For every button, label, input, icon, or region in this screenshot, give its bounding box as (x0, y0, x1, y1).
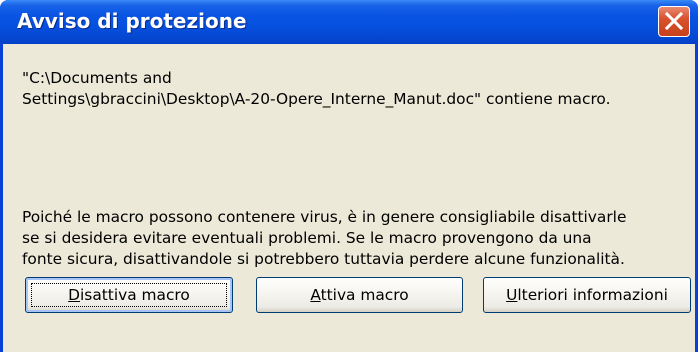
label-text: isattiva macro (80, 286, 190, 304)
accelerator-key: D (68, 286, 81, 304)
dialog-title: Avviso di protezione (17, 9, 247, 33)
enable-macros-label: Attiva macro (310, 286, 408, 304)
dialog-body: "C:\Documents and Settings\gbraccini\Des… (3, 44, 695, 352)
title-bar[interactable]: Avviso di protezione (0, 0, 698, 44)
disable-macros-label: Disattiva macro (68, 286, 190, 304)
more-info-button[interactable]: Ulteriori informazioni (483, 277, 691, 313)
accelerator-key: U (506, 286, 518, 304)
file-path-line-1: "C:\Documents and (22, 69, 172, 87)
label-text: lteriori informazioni (517, 286, 668, 304)
security-warning-dialog: Avviso di protezione "C:\Documents and S… (0, 0, 698, 352)
label-text: ttiva macro (320, 286, 409, 304)
more-info-label: Ulteriori informazioni (506, 286, 668, 304)
warning-line-2: se si desidera evitare eventuali problem… (22, 229, 592, 247)
file-path-line-2: Settings\gbraccini\Desktop\A-20-Opere_In… (22, 90, 611, 108)
warning-line-3: fonte sicura, disattivandole si potrebbe… (22, 250, 625, 268)
close-x-icon (665, 12, 683, 30)
enable-macros-button[interactable]: Attiva macro (256, 277, 463, 313)
warning-line-1: Poiché le macro possono contenere virus,… (22, 208, 627, 226)
disable-macros-button[interactable]: Disattiva macro (25, 277, 233, 313)
accelerator-key: A (310, 286, 321, 304)
close-button[interactable] (658, 6, 690, 37)
